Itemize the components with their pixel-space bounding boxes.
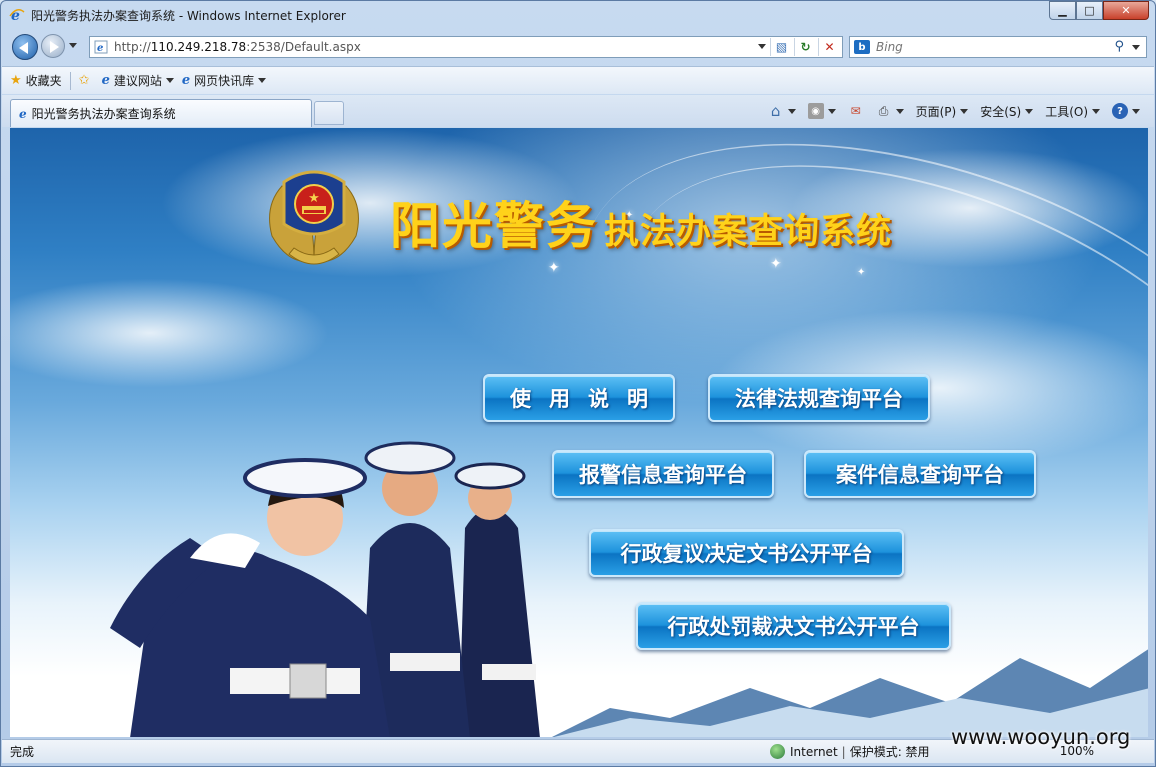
browser-window: e 阳光警务执法办案查询系统 - Windows Internet Explor… (0, 0, 1156, 767)
search-bar[interactable]: b ⚲ (849, 36, 1147, 58)
search-input[interactable] (876, 40, 1096, 54)
address-bar[interactable]: e http://110.249.218.78:2538/Default.asp… (89, 36, 843, 58)
favorites-button[interactable]: ★ 收藏夹 (10, 72, 62, 89)
navigation-bar: e http://110.249.218.78:2538/Default.asp… (1, 31, 1155, 63)
page-menu[interactable]: 页面(P) (916, 103, 969, 120)
admin-penalty-decisions-button[interactable]: 行政处罚裁决文书公开平台 (636, 602, 951, 650)
ie-page-icon: e (181, 73, 191, 88)
chevron-down-icon (165, 78, 174, 83)
status-separator: | (841, 744, 846, 759)
print-button[interactable]: ⎙ (876, 103, 904, 119)
suggested-sites-label: 建议网站 (113, 74, 162, 88)
chevron-down-icon (827, 108, 836, 114)
rss-icon: ◉ (807, 103, 824, 119)
chevron-down-icon (1025, 108, 1034, 114)
read-mail-button[interactable]: ✉ (848, 103, 864, 119)
web-slice-gallery-link[interactable]: e 网页快讯库 (181, 72, 267, 89)
refresh-icon[interactable]: ↻ (794, 38, 816, 56)
chevron-down-icon (895, 108, 904, 114)
page-ie-icon: e (94, 40, 108, 54)
compatibility-view-icon[interactable]: ▧ (770, 38, 792, 56)
address-dropdown-icon[interactable] (758, 44, 766, 49)
safety-menu[interactable]: 安全(S) (980, 103, 1034, 120)
close-button[interactable]: ✕ (1103, 1, 1149, 20)
status-text: 完成 (10, 745, 35, 759)
home-button[interactable]: ⌂ (768, 102, 796, 120)
saluting-officers-image (110, 441, 540, 737)
sparkle-icon: ✦ (857, 267, 866, 278)
command-bar: ⌂ ◉ ✉ ⎙ 页面(P) 安全(S) 工具(O) ? (756, 101, 1140, 121)
laws-regulations-query-button[interactable]: 法律法规查询平台 (708, 374, 930, 422)
favorites-bar: ★ 收藏夹 ✩ e 建议网站 e 网页快讯库 (2, 66, 1154, 94)
ie-icon: e (9, 8, 25, 23)
tab-label: 阳光警务执法办案查询系统 (31, 107, 176, 121)
tools-menu-label: 工具(O) (1045, 104, 1088, 119)
chevron-down-icon (787, 108, 796, 114)
case-info-query-button[interactable]: 案件信息查询平台 (804, 450, 1036, 498)
favorites-separator (69, 71, 71, 90)
title-bar: e 阳光警务执法办案查询系统 - Windows Internet Explor… (1, 1, 1155, 29)
site-title-large: 阳光警务 (390, 197, 598, 255)
page-content: ✦ ✦ ✦ ✦ ★ 阳光警务 执法办案查询系统 使用说明 法律法规查询平台 报警… (10, 128, 1148, 737)
back-button[interactable] (12, 34, 38, 60)
add-favorite-icon[interactable]: ✩ (79, 73, 94, 88)
safety-menu-label: 安全(S) (980, 104, 1022, 119)
site-title: 阳光警务 执法办案查询系统 (390, 186, 892, 258)
window-title: 阳光警务执法办案查询系统 - Windows Internet Explorer (31, 8, 346, 23)
favorites-star-icon: ★ (10, 73, 22, 88)
help-menu[interactable]: ? (1112, 103, 1140, 119)
protected-mode-label: 保护模式: 禁用 (849, 745, 930, 759)
printer-icon: ⎙ (878, 103, 889, 118)
tab-active[interactable]: e 阳光警务执法办案查询系统 (10, 99, 312, 127)
svg-text:e: e (97, 43, 103, 54)
watermark-text: www.wooyun.org (951, 725, 1131, 749)
bing-icon: b (854, 40, 870, 54)
forward-button[interactable] (41, 34, 65, 58)
minimize-button[interactable]: ▁ (1049, 1, 1076, 20)
address-url[interactable]: http://110.249.218.78:2538/Default.aspx (114, 40, 361, 54)
globe-icon (770, 744, 785, 759)
chevron-down-icon (960, 108, 969, 114)
web-slice-gallery-label: 网页快讯库 (194, 74, 255, 88)
suggested-sites-link[interactable]: e 建议网站 (102, 72, 174, 89)
usage-instructions-button[interactable]: 使用说明 (483, 374, 675, 422)
site-title-small: 执法办案查询系统 (604, 212, 893, 252)
security-zone[interactable]: Internet | 保护模式: 禁用 (770, 743, 930, 760)
sparkle-icon: ✦ (548, 260, 560, 276)
new-tab-button[interactable] (314, 101, 344, 125)
recent-pages-dropdown-icon[interactable] (69, 43, 77, 48)
favorites-label: 收藏夹 (25, 74, 62, 88)
search-icon[interactable]: ⚲ (1114, 39, 1124, 54)
tab-ie-icon: e (19, 106, 27, 121)
police-emblem-icon: ★ (269, 170, 359, 265)
zone-label: Internet (790, 744, 838, 759)
help-icon: ? (1112, 103, 1128, 119)
chevron-down-icon (258, 78, 267, 83)
admin-review-decisions-button[interactable]: 行政复议决定文书公开平台 (589, 529, 904, 577)
forward-arrow-icon (50, 41, 59, 53)
ie-page-icon: e (101, 73, 110, 88)
svg-text:★: ★ (308, 191, 320, 206)
search-options-dropdown-icon[interactable] (1132, 45, 1140, 50)
tools-menu[interactable]: 工具(O) (1045, 103, 1100, 120)
maximize-button[interactable]: □ (1076, 1, 1103, 20)
chevron-down-icon (1132, 108, 1140, 114)
mail-icon: ✉ (850, 104, 861, 118)
chevron-down-icon (1092, 108, 1100, 114)
back-arrow-icon (19, 42, 28, 54)
stop-icon[interactable]: ✕ (818, 38, 840, 56)
feeds-button[interactable]: ◉ (807, 103, 836, 119)
home-icon: ⌂ (770, 102, 781, 120)
tab-row: e 阳光警务执法办案查询系统 ⌂ ◉ ✉ ⎙ 页面(P) 安全(S) 工具(O)… (2, 95, 1154, 127)
sparkle-icon: ✦ (770, 256, 782, 272)
police-report-query-button[interactable]: 报警信息查询平台 (552, 450, 774, 498)
page-menu-label: 页面(P) (915, 104, 957, 119)
